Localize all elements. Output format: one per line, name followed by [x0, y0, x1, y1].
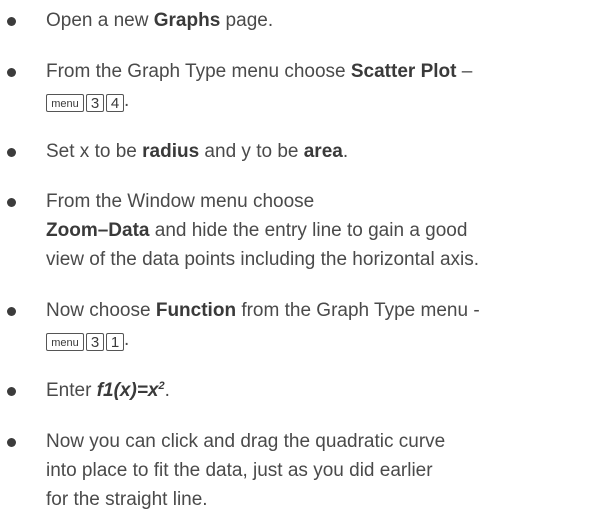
bullet-icon	[7, 387, 16, 396]
text-segment: .	[164, 380, 170, 401]
list-item-text: Now choose Function from the Graph Type …	[46, 296, 606, 354]
list-item-text: From the Window menu choose Zoom–Data an…	[46, 187, 606, 274]
key-3-icon: 3	[86, 333, 104, 351]
text-segment: view of the data points including the ho…	[46, 249, 480, 270]
bold-term: radius	[142, 141, 200, 162]
text-segment: –	[456, 61, 473, 82]
formula-text: f1(x)=x	[96, 380, 159, 401]
list-item-text: Set x to be radius and y to be area.	[46, 137, 606, 166]
bold-term: Function	[155, 300, 237, 321]
menu-key-icon: menu	[46, 94, 84, 112]
list-item-text: Now you can click and drag the quadratic…	[46, 427, 606, 514]
text-segment: Now choose	[46, 300, 156, 321]
text-segment: Now you can click and drag the quadratic…	[46, 431, 446, 452]
bullet-icon	[7, 438, 16, 447]
bullet-icon	[7, 68, 16, 77]
text-segment: from the Graph Type menu -	[236, 300, 480, 321]
bold-term: Zoom–Data	[46, 220, 150, 241]
text-segment: Set x to be	[46, 141, 143, 162]
text-segment: page.	[220, 10, 274, 31]
bold-term: Graphs	[153, 10, 221, 31]
bullet-icon	[7, 17, 16, 26]
text-segment: .	[124, 329, 130, 350]
text-segment: .	[342, 141, 349, 162]
text-segment: and y to be	[199, 141, 304, 162]
bullet-icon	[7, 198, 16, 207]
key-3-icon: 3	[86, 94, 104, 112]
key-4-icon: 4	[106, 94, 124, 112]
text-segment: Enter	[46, 380, 97, 401]
bullet-icon	[7, 307, 16, 316]
text-segment: for the straight line.	[46, 489, 208, 510]
bullet-icon	[7, 148, 16, 157]
formula: f1(x)=x2	[97, 380, 165, 401]
text-segment: .	[124, 90, 130, 111]
menu-key-icon: menu	[46, 333, 84, 351]
text-segment: From the Window menu choose	[46, 191, 315, 212]
list-item-text: From the Graph Type menu choose Scatter …	[46, 57, 606, 115]
key-1-icon: 1	[106, 333, 124, 351]
key-sequence: menu 3 1	[46, 333, 124, 351]
list-item-text: Enter f1(x)=x2.	[46, 376, 606, 405]
text-segment: and hide the entry line to gain a good	[149, 220, 468, 241]
text-segment: Open a new	[46, 10, 154, 31]
bold-term: area	[303, 141, 343, 162]
text-segment: into place to fit the data, just as you …	[46, 460, 433, 481]
key-sequence: menu 3 4	[46, 94, 124, 112]
text-segment: From the Graph Type menu choose	[46, 61, 351, 82]
bold-term: Scatter Plot	[350, 61, 457, 82]
list-item-text: Open a new Graphs page.	[46, 6, 606, 35]
